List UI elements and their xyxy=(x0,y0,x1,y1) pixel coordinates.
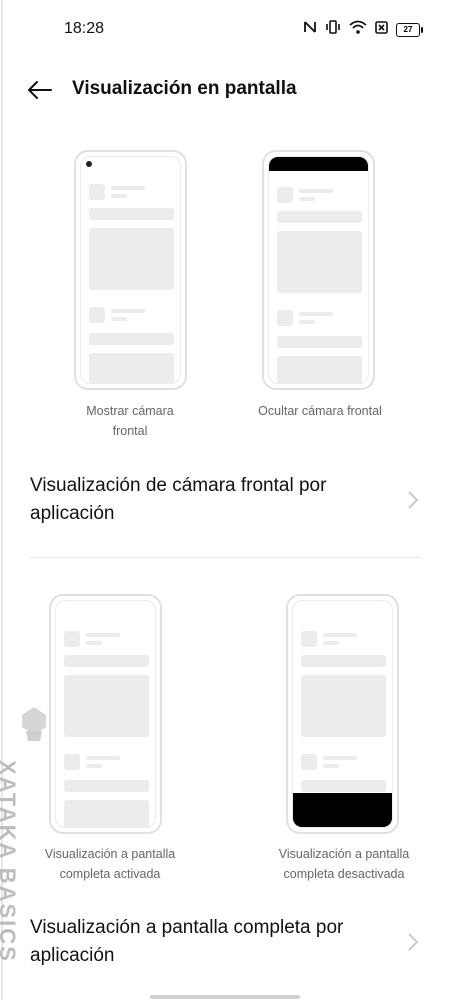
vibrate-icon xyxy=(325,20,341,39)
divider xyxy=(30,557,420,558)
chevron-right-icon xyxy=(408,491,419,509)
back-button[interactable] xyxy=(24,74,56,106)
option-fullscreen-deactivated[interactable]: Visualización a pantalla completa desact… xyxy=(264,592,424,892)
row-fullscreen-label: Visualización a pantalla completa por ap… xyxy=(30,917,344,966)
chevron-right-icon xyxy=(408,933,419,951)
option-show-front-camera[interactable]: Mostrar cámara frontal xyxy=(70,148,190,448)
camera-dot xyxy=(86,161,92,167)
back-arrow-icon xyxy=(28,81,52,99)
caption-fullscreen-deactivated: Visualización a pantalla completa desact… xyxy=(278,847,410,881)
caption-fullscreen-activated: Visualización a pantalla completa activa… xyxy=(44,847,176,881)
wifi-icon xyxy=(349,20,367,39)
page-title: Visualización en pantalla xyxy=(72,78,297,99)
watermark-text: XATAKA BASICS xyxy=(0,760,20,963)
row-front-camera-per-app[interactable]: Visualización de cámara frontal por apli… xyxy=(30,472,420,532)
black-notch-bar xyxy=(269,157,368,171)
no-sim-icon xyxy=(375,20,388,39)
nfc-icon xyxy=(303,20,317,39)
row-fullscreen-per-app[interactable]: Visualización a pantalla completa por ap… xyxy=(30,914,420,974)
phone-preview-hide-camera xyxy=(262,150,375,390)
phone-preview-show-camera xyxy=(74,150,187,390)
status-time: 18:28 xyxy=(64,20,105,37)
option-fullscreen-activated[interactable]: Visualización a pantalla completa activa… xyxy=(30,592,190,892)
row-front-camera-label: Visualización de cámara frontal por apli… xyxy=(30,475,327,524)
option-hide-front-camera[interactable]: Ocultar cámara frontal xyxy=(250,148,390,448)
status-bar: 18:28 27 xyxy=(0,0,450,60)
battery-icon: 27 xyxy=(396,22,423,37)
home-indicator[interactable] xyxy=(150,995,300,999)
caption-hide-front-camera: Ocultar cámara frontal xyxy=(258,404,382,418)
black-bottom-bar xyxy=(293,793,392,827)
phone-preview-fullscreen-off xyxy=(286,594,399,834)
phone-preview-fullscreen-on xyxy=(49,594,162,834)
status-icons: 27 xyxy=(303,20,423,39)
caption-show-front-camera: Mostrar cámara frontal xyxy=(86,404,174,438)
